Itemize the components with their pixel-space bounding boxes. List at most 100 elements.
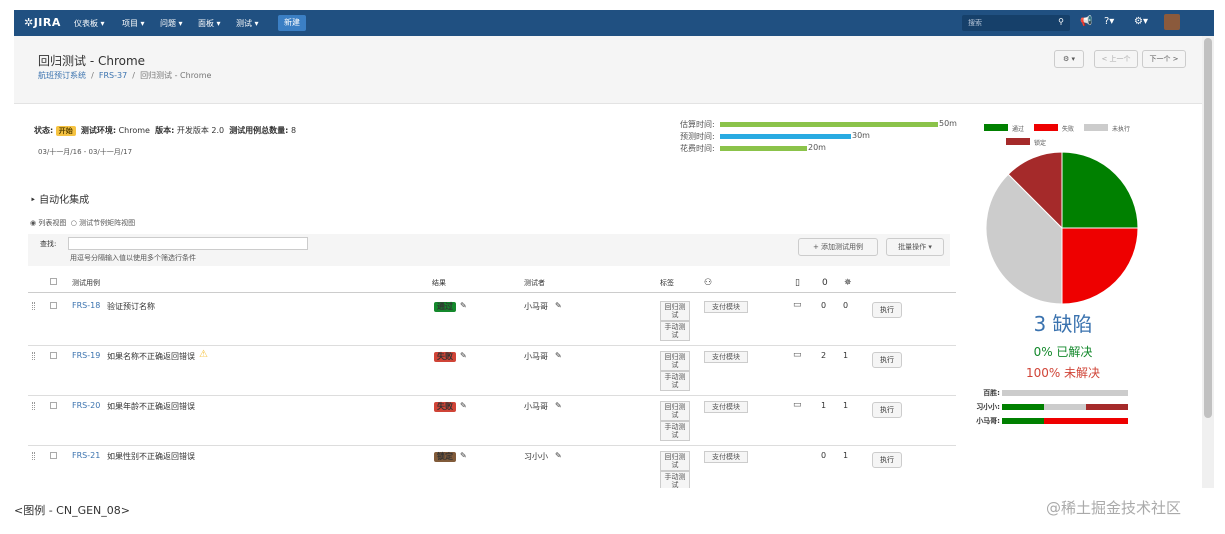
tester-name: 小马哥 [524,302,548,311]
result-badge[interactable]: 通过 [434,302,456,312]
legend-swatch [984,124,1008,131]
time-bar [720,122,938,127]
col-tester[interactable]: 测试者 [524,278,545,288]
breadcrumb-current: 回归测试 - Chrome [140,71,212,80]
time-value: 30m [852,131,870,140]
jira-logo[interactable]: ✲JIRA [24,16,61,29]
edit-result-icon[interactable]: ✎ [460,451,467,460]
result-badge[interactable]: 失败 [434,352,456,362]
table-row[interactable] [28,296,956,346]
execute-button[interactable]: 执行 [872,402,902,418]
next-button[interactable]: 下一个 > [1142,50,1186,68]
notification-icon[interactable]: 📢 [1080,16,1092,27]
result-pie-chart [985,151,1139,305]
component-icon: ⚇ [704,278,713,288]
add-test-case-button[interactable]: + 添加测试用例 [798,238,878,256]
time-bar [720,146,807,151]
batch-actions-button[interactable]: 批量操作 ▾ [886,238,944,256]
label-tag[interactable]: 回归测试 [660,401,690,421]
tester-label: 习小小: [976,403,1000,411]
menu-dashboards[interactable]: 仪表板 ▾ [74,18,105,29]
issue-summary: 如果年龄不正确返回错误 [107,402,195,411]
label-tag[interactable]: 手动测试 [660,321,690,341]
issue-summary: 如果性别不正确返回错误 [107,452,195,461]
label-tag[interactable]: 回归测试 [660,301,690,321]
drag-handle-icon[interactable] [32,352,35,360]
issue-key-link[interactable]: FRS-21 [72,451,100,460]
breadcrumb-issue[interactable]: FRS-37 [99,71,127,80]
label-tag[interactable]: 手动测试 [660,371,690,391]
row-checkbox[interactable] [50,302,57,309]
menu-boards[interactable]: 面板 ▾ [198,18,221,29]
tester-progress-segment [1044,404,1086,410]
label-tag[interactable]: 回归测试 [660,451,690,471]
edit-result-icon[interactable]: ✎ [460,351,467,360]
row-checkbox[interactable] [50,452,57,459]
scrollbar-thumb[interactable] [1204,38,1212,418]
attachment-icon: 0 [822,278,828,288]
edit-tester-icon[interactable]: ✎ [555,301,562,310]
menu-tests[interactable]: 测试 ▾ [236,18,259,29]
jira-window: ✲JIRA 仪表板 ▾ 项目 ▾ 问题 ▾ 面板 ▾ 测试 ▾ 新建 搜索 ⚲ … [14,10,1214,488]
defect-count[interactable]: 3 缺陷 [1004,308,1122,337]
resolved-percent: 0% 已解决 [1033,345,1093,359]
execute-button[interactable]: 执行 [872,352,902,368]
comment-icon[interactable]: ▭ [793,350,802,360]
env-value: Chrome [118,126,150,135]
drag-handle-icon[interactable] [32,302,35,310]
section-title[interactable]: ‣ 自动化集成 [30,191,89,206]
test-cycle-summary: 状态: 开始 测试环境: Chrome 版本: 开发版本 2.0 测试用例总数量… [34,126,297,136]
issue-key-link[interactable]: FRS-19 [72,351,100,360]
menu-issues[interactable]: 问题 ▾ [160,18,183,29]
row-checkbox[interactable] [50,402,57,409]
tester-progress-segment [1002,418,1044,424]
label-tag[interactable]: 手动测试 [660,471,690,488]
radio-list-view[interactable]: ◉ [30,219,36,227]
radio-matrix-view[interactable]: ○ [71,219,77,227]
component-tag[interactable]: 支付模块 [704,351,748,363]
time-value: 50m [939,119,957,128]
attachment-count: 0 [821,451,827,460]
help-icon[interactable]: ?▾ [1104,16,1114,27]
edit-tester-icon[interactable]: ✎ [555,351,562,360]
col-result[interactable]: 结果 [432,278,446,288]
select-all-checkbox[interactable] [50,278,57,285]
avatar[interactable] [1164,14,1180,30]
issue-key-link[interactable]: FRS-20 [72,401,100,410]
legend-swatch [1006,138,1030,145]
component-tag[interactable]: 支付模块 [704,301,748,313]
result-badge[interactable]: 失败 [434,402,456,412]
col-labels[interactable]: 标签 [660,278,674,288]
label-tag[interactable]: 回归测试 [660,351,690,371]
breadcrumb-project[interactable]: 航班预订系统 [38,71,86,80]
result-badge[interactable]: 锁定 [434,452,456,462]
component-tag[interactable]: 支付模块 [704,401,748,413]
row-checkbox[interactable] [50,352,57,359]
tester-name: 小马哥 [524,402,548,411]
prev-button[interactable]: < 上一个 [1094,50,1138,68]
label-tag[interactable]: 手动测试 [660,421,690,441]
gear-icon[interactable]: ⚙▾ [1134,16,1148,27]
gear-menu-button[interactable]: ⚙ ▾ [1054,50,1084,68]
filter-input[interactable] [68,237,308,250]
component-tag[interactable]: 支付模块 [704,451,748,463]
edit-tester-icon[interactable]: ✎ [555,401,562,410]
edit-result-icon[interactable]: ✎ [460,401,467,410]
time-label: 预测时间: [680,132,715,141]
execute-button[interactable]: 执行 [872,302,902,318]
comment-icon[interactable]: ▭ [793,300,802,310]
execute-button[interactable]: 执行 [872,452,902,468]
edit-result-icon[interactable]: ✎ [460,301,467,310]
pie-slice[interactable] [1061,227,1139,305]
search-input[interactable]: 搜索 ⚲ [962,15,1070,31]
drag-handle-icon[interactable] [32,452,35,460]
create-button[interactable]: 新建 [278,15,306,31]
edit-tester-icon[interactable]: ✎ [555,451,562,460]
issue-key-link[interactable]: FRS-18 [72,301,100,310]
drag-handle-icon[interactable] [32,402,35,410]
pie-slice[interactable] [1061,151,1139,229]
col-test-case[interactable]: 测试用例 [72,278,100,288]
vertical-scrollbar[interactable] [1202,36,1214,488]
comment-icon[interactable]: ▭ [793,400,802,410]
menu-projects[interactable]: 项目 ▾ [122,18,145,29]
